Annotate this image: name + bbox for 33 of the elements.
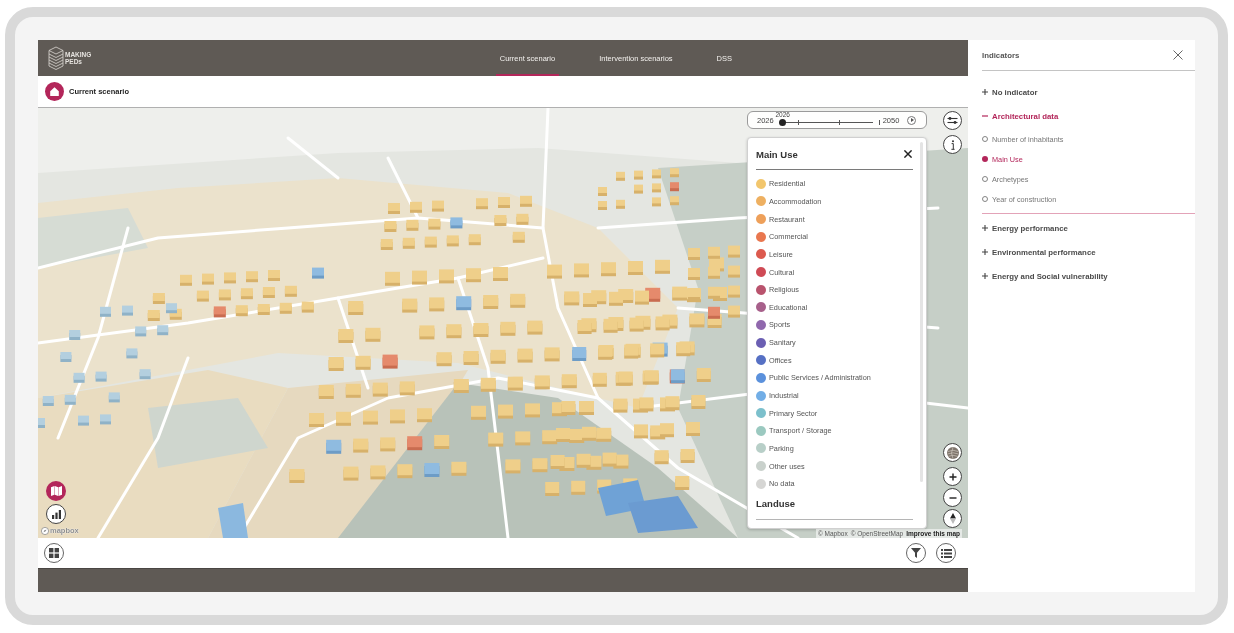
plus-icon xyxy=(982,89,988,95)
close-icon xyxy=(904,150,912,158)
close-icon xyxy=(1173,50,1183,60)
logo-icon xyxy=(41,526,49,535)
globe-icon xyxy=(946,446,959,459)
legend-title: Main Use xyxy=(756,148,798,160)
house-icon xyxy=(45,82,64,101)
list-button[interactable] xyxy=(936,543,956,563)
building xyxy=(218,503,248,538)
info-icon xyxy=(950,139,955,150)
timeline-slider[interactable] xyxy=(779,119,877,126)
grid-icon xyxy=(49,548,59,558)
plus-icon xyxy=(982,273,988,279)
minus-icon xyxy=(982,115,988,117)
filter-icon xyxy=(911,548,921,558)
zoom-out-icon xyxy=(948,496,957,499)
filter-button[interactable] xyxy=(906,543,926,563)
road xyxy=(286,136,340,180)
bar-chart-icon xyxy=(51,509,61,519)
sliders-icon xyxy=(947,116,958,125)
play-icon xyxy=(910,118,914,122)
legend-section-title: Landuse xyxy=(756,497,796,509)
map-icon xyxy=(50,486,62,496)
close-button[interactable] xyxy=(904,150,912,158)
play-button[interactable] xyxy=(907,115,917,125)
plus-icon xyxy=(982,225,988,231)
layout-button[interactable] xyxy=(44,543,64,563)
logo-icon xyxy=(48,46,64,70)
zoom-in-icon xyxy=(948,472,957,481)
compass-icon xyxy=(949,513,956,524)
plus-icon xyxy=(982,249,988,255)
list-icon xyxy=(940,548,952,558)
slider-thumb[interactable] xyxy=(779,119,787,126)
